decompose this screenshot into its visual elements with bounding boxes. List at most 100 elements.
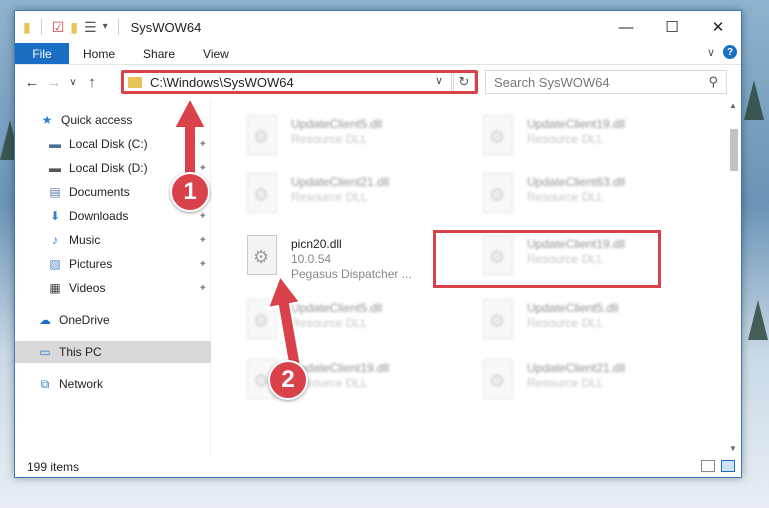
- sidebar-item-label: Pictures: [69, 257, 113, 271]
- scroll-up-icon[interactable]: ▲: [729, 101, 737, 110]
- file-text: UpdateClient21.dll Resource DLL: [527, 361, 625, 409]
- file-item[interactable]: ⚙ UpdateClient19.dll Resource DLL: [473, 109, 693, 165]
- file-item[interactable]: ⚙ UpdateClient5.dll Resource DLL: [237, 109, 457, 165]
- details-view-button[interactable]: [701, 460, 715, 472]
- dll-file-icon: ⚙: [243, 115, 283, 159]
- explorer-window: ▮ ☑ ▮ ☰ ▾ SysWOW64 — ☐ ✕ File Home Share…: [14, 10, 742, 478]
- properties-icon[interactable]: ☑: [52, 20, 65, 34]
- star-icon: ★: [41, 113, 53, 127]
- sidebar-item-label: Downloads: [69, 209, 129, 223]
- network-icon: ⧉: [40, 376, 50, 391]
- customize-toolbar-icon[interactable]: ☰: [84, 20, 97, 34]
- tab-share[interactable]: Share: [129, 43, 189, 64]
- tab-view[interactable]: View: [189, 43, 243, 64]
- gear-icon: ⚙: [489, 185, 506, 205]
- forward-button[interactable]: →: [43, 74, 65, 91]
- sidebar-item-onedrive[interactable]: ☁ OneDrive: [15, 309, 211, 331]
- gear-icon: ⚙: [253, 247, 270, 267]
- up-button[interactable]: ↑: [81, 74, 103, 91]
- sidebar-item-videos[interactable]: ▦ Videos ✦: [15, 277, 211, 299]
- folder-icon[interactable]: ▮: [23, 20, 31, 34]
- search-placeholder: Search SysWOW64: [494, 74, 610, 90]
- tree-decoration: [744, 80, 764, 120]
- sidebar-item-label: OneDrive: [59, 313, 110, 327]
- cloud-icon: ☁: [39, 313, 51, 327]
- file-name: UpdateClient5.dll: [527, 301, 619, 315]
- window-controls: — ☐ ✕: [603, 11, 741, 43]
- ribbon-tabs: File Home Share View ∨ ?: [15, 43, 741, 65]
- help-icon[interactable]: ?: [723, 45, 737, 59]
- step-badge-1: 1: [170, 172, 210, 212]
- file-item[interactable]: ⚙ UpdateClient21.dll Resource DLL: [473, 353, 693, 409]
- computer-icon: ▭: [39, 345, 51, 359]
- gear-icon: ⚙: [489, 311, 506, 331]
- tab-file[interactable]: File: [15, 43, 69, 64]
- window-title: SysWOW64: [130, 19, 202, 35]
- title-bar: ▮ ☑ ▮ ☰ ▾ SysWOW64 — ☐ ✕: [15, 11, 741, 43]
- scroll-down-icon[interactable]: ▼: [729, 444, 737, 453]
- file-description: Resource DLL: [527, 316, 604, 330]
- pin-icon[interactable]: ✦: [199, 235, 207, 246]
- file-text: UpdateClient5.dll Resource DLL: [527, 301, 618, 349]
- file-text: UpdateClient63.dll Resource DLL: [527, 175, 625, 223]
- divider: [117, 19, 119, 35]
- download-icon: ⬇: [49, 209, 61, 223]
- pin-icon[interactable]: ✦: [199, 211, 207, 222]
- large-icons-view-button[interactable]: [721, 460, 735, 472]
- file-description: Resource DLL: [527, 190, 604, 204]
- tree-decoration: [748, 300, 768, 340]
- chevron-down-icon[interactable]: ▾: [103, 20, 108, 34]
- scrollbar-thumb[interactable]: [730, 129, 738, 171]
- recent-locations-button[interactable]: ∨: [65, 77, 81, 88]
- dll-file-icon: ⚙: [479, 359, 519, 403]
- gear-icon: ⚙: [253, 127, 270, 147]
- search-icon: ⚲: [708, 74, 718, 89]
- file-name: UpdateClient21.dll: [527, 361, 626, 375]
- sidebar-item-pictures[interactable]: ▧ Pictures ✦: [15, 253, 211, 275]
- view-switcher: [701, 460, 735, 472]
- document-icon: ▤: [49, 185, 61, 199]
- step-badge-2: 2: [268, 360, 308, 400]
- music-icon: ♪: [52, 233, 58, 247]
- quick-access-toolbar: ▮ ☑ ▮ ☰ ▾: [15, 19, 123, 35]
- back-button[interactable]: ←: [21, 74, 43, 91]
- dll-file-icon: ⚙: [479, 115, 519, 159]
- expand-ribbon-icon[interactable]: ∨: [707, 46, 715, 59]
- dll-file-icon: ⚙: [479, 173, 519, 217]
- dll-file-icon: ⚙: [243, 173, 283, 217]
- sidebar-item-label: Network: [59, 377, 104, 391]
- sidebar-item-music[interactable]: ♪ Music ✦: [15, 229, 211, 251]
- gear-icon: ⚙: [489, 127, 506, 147]
- file-name: UpdateClient63.dll: [527, 175, 626, 189]
- maximize-button[interactable]: ☐: [649, 11, 695, 43]
- close-button[interactable]: ✕: [695, 11, 741, 43]
- dll-file-icon: ⚙: [243, 235, 283, 279]
- file-name: UpdateClient19.dll: [527, 117, 626, 131]
- video-icon: ▦: [49, 281, 61, 295]
- sidebar-item-label: Quick access: [61, 113, 133, 127]
- file-description: Resource DLL: [291, 190, 368, 204]
- file-highlight-box: [433, 230, 661, 288]
- sidebar-item-label: Local Disk (C:): [69, 137, 148, 151]
- main-area: ★ Quick access ▬ Local Disk (C:) ✦ ▬ Local Dis…: [15, 99, 741, 455]
- sidebar-item-this-pc[interactable]: ▭ This PC: [15, 341, 211, 363]
- file-item[interactable]: ⚙ UpdateClient5.dll Resource DLL: [473, 293, 693, 349]
- file-text: UpdateClient5.dll Resource DLL: [291, 117, 382, 165]
- gear-icon: ⚙: [489, 371, 506, 391]
- sidebar-item-network[interactable]: ⧉ Network: [15, 373, 211, 395]
- new-folder-icon[interactable]: ▮: [70, 20, 78, 34]
- navigation-bar: ← → ∨ ↑ C:\Windows\SysWOW64 ∨ ↻ Search S…: [15, 65, 741, 99]
- file-description: Resource DLL: [291, 132, 368, 146]
- sidebar-item-label: Documents: [69, 185, 130, 199]
- pin-icon[interactable]: ✦: [199, 283, 207, 294]
- sidebar-item-label: Videos: [69, 281, 106, 295]
- vertical-scrollbar[interactable]: ▲ ▼: [727, 99, 741, 455]
- file-item[interactable]: ⚙ UpdateClient63.dll Resource DLL: [473, 167, 693, 223]
- minimize-button[interactable]: —: [603, 11, 649, 43]
- pin-icon[interactable]: ✦: [199, 259, 207, 270]
- file-item[interactable]: ⚙ UpdateClient21.dll Resource DLL: [237, 167, 457, 223]
- file-name: UpdateClient5.dll: [291, 117, 383, 131]
- tab-home[interactable]: Home: [69, 43, 129, 64]
- file-description: Resource DLL: [527, 376, 604, 390]
- search-input[interactable]: Search SysWOW64 ⚲: [485, 70, 727, 94]
